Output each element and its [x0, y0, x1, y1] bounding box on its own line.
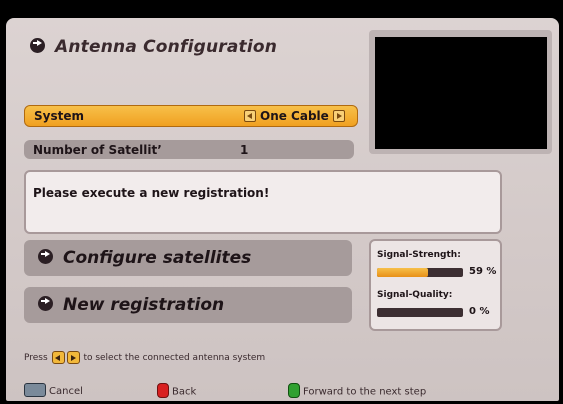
- back-label: Back: [172, 386, 197, 398]
- signal-strength-label: Signal-Strength:: [377, 250, 461, 260]
- new-registration-button[interactable]: New registration: [24, 287, 352, 323]
- signal-quality-value: 0 %: [469, 306, 490, 317]
- signal-quality-label: Signal-Quality:: [377, 290, 453, 300]
- arrow-left-key-icon: [51, 351, 65, 364]
- satellites-row[interactable]: Number of Satellit’ 1: [24, 140, 354, 159]
- menu-key-icon: [24, 383, 46, 397]
- message-box: Please execute a new registration!: [24, 170, 502, 234]
- hint-suffix: to select the connected antenna system: [83, 353, 266, 363]
- new-registration-label: New registration: [63, 295, 225, 315]
- hint-text: Press to select the connected antenna sy…: [24, 351, 265, 364]
- arrow-left-icon[interactable]: [244, 109, 256, 122]
- arrow-right-icon: [30, 37, 45, 53]
- red-key-icon: [157, 383, 169, 398]
- signal-strength-value: 59 %: [469, 266, 497, 277]
- system-value-text: One Cable: [260, 109, 329, 123]
- back-action[interactable]: Back: [157, 383, 197, 399]
- signal-strength-bar: [377, 268, 463, 277]
- configure-satellites-label: Configure satellites: [63, 248, 252, 268]
- signal-panel: Signal-Strength: 59 % Signal-Quality: 0 …: [369, 239, 502, 331]
- page-title-text: Antenna Configuration: [55, 37, 278, 57]
- cancel-action[interactable]: Cancel: [24, 383, 83, 398]
- satellites-label: Number of Satellit’: [33, 143, 162, 157]
- signal-quality-bar: [377, 308, 463, 317]
- arrow-right-icon[interactable]: [332, 109, 345, 122]
- cancel-label: Cancel: [49, 386, 83, 397]
- system-value[interactable]: One Cable: [240, 109, 349, 123]
- system-row[interactable]: System One Cable: [24, 105, 358, 127]
- green-key-icon: [288, 383, 300, 398]
- arrow-right-icon: [38, 248, 53, 264]
- message-text: Please execute a new registration!: [33, 186, 270, 200]
- arrow-right-icon: [38, 295, 53, 311]
- forward-label: Forward to the next step: [303, 386, 427, 398]
- page-title: Antenna Configuration: [30, 37, 277, 57]
- satellites-value: 1: [240, 143, 249, 157]
- arrow-right-key-icon: [66, 351, 80, 364]
- tv-preview: [375, 37, 547, 149]
- hint-prefix: Press: [24, 353, 48, 363]
- configure-satellites-button[interactable]: Configure satellites: [24, 240, 352, 276]
- system-label: System: [34, 109, 84, 123]
- forward-action[interactable]: Forward to the next step: [288, 383, 427, 399]
- signal-strength-fill: [377, 268, 428, 277]
